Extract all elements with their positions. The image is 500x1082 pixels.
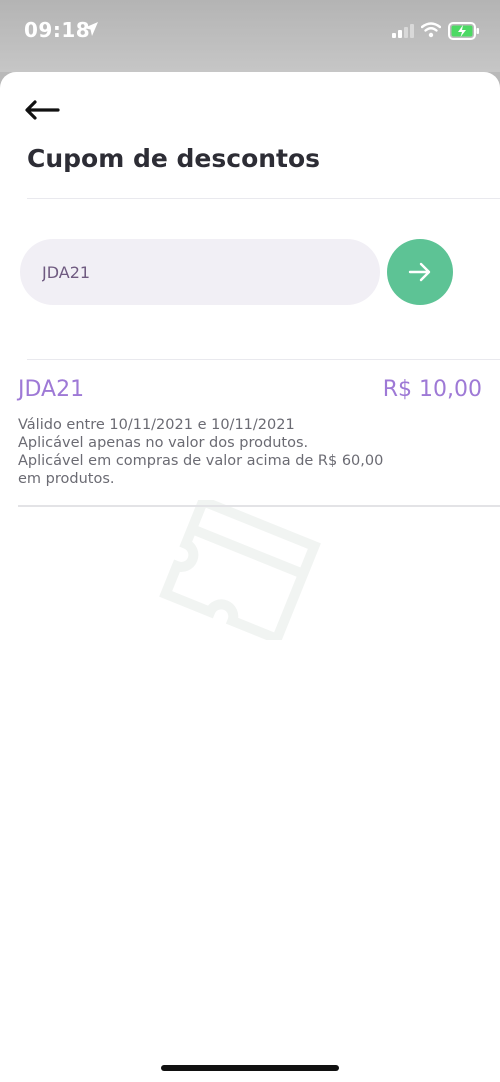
coupon-ticket-icon	[159, 500, 321, 640]
coupon-rule: em produtos.	[18, 471, 115, 487]
coupon-validity: Válido entre 10/11/2021 e 10/11/2021	[18, 417, 295, 433]
coupon-discount-value: R$ 10,00	[382, 377, 482, 402]
arrow-right-icon	[408, 262, 431, 282]
divider	[27, 198, 500, 199]
battery-charging-icon	[448, 22, 479, 40]
coupon-list-item[interactable]: JDA21 R$ 10,00 Válido entre 10/11/2021 e…	[18, 359, 500, 506]
cell-signal-icon	[392, 24, 414, 38]
coupon-description: Válido entre 10/11/2021 e 10/11/2021 Apl…	[18, 416, 438, 488]
home-indicator	[161, 1065, 339, 1071]
arrow-left-icon	[25, 100, 60, 120]
status-bar: 09:18	[0, 0, 500, 72]
coupon-sheet: Cupom de descontos JDA21 R$ 10,00 Válido…	[0, 72, 500, 1082]
status-time: 09:18	[24, 18, 91, 42]
divider	[18, 505, 500, 507]
coupon-rule: Aplicável em compras de valor acima de R…	[18, 453, 384, 469]
page-title: Cupom de descontos	[27, 144, 321, 173]
apply-coupon-button[interactable]	[387, 239, 453, 305]
back-button[interactable]	[24, 96, 64, 124]
coupon-code: JDA21	[18, 377, 85, 402]
coupon-rule: Aplicável apenas no valor dos produtos.	[18, 435, 309, 451]
wifi-icon	[421, 22, 441, 38]
location-arrow-icon	[84, 22, 98, 36]
coupon-code-field[interactable]	[20, 239, 380, 305]
coupon-code-input[interactable]	[40, 261, 364, 283]
